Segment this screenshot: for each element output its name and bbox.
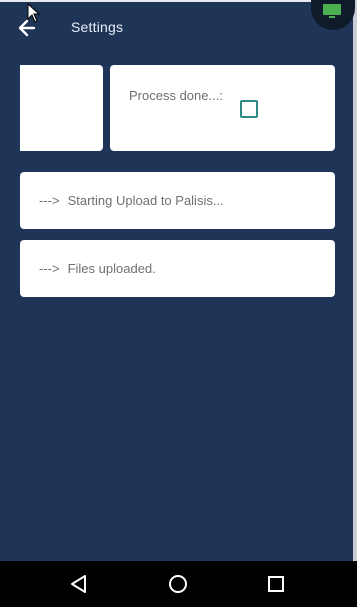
nav-home-button[interactable]	[165, 571, 191, 597]
log-message: Starting Upload to Palisis...	[67, 193, 224, 208]
log-message: Files uploaded.	[67, 261, 156, 276]
process-done-checkbox[interactable]	[240, 100, 258, 118]
log-text: ---> Files uploaded.	[39, 261, 156, 276]
left-panel-card	[20, 65, 103, 151]
log-item: ---> Starting Upload to Palisis...	[20, 172, 335, 229]
nav-back-icon	[71, 575, 86, 593]
window-right-edge	[353, 0, 357, 607]
process-label: Process done...:	[129, 88, 223, 103]
nav-recents-icon	[268, 576, 284, 592]
process-card: Process done...:	[110, 65, 335, 151]
monitor-icon	[323, 4, 341, 18]
log-text: ---> Starting Upload to Palisis...	[39, 193, 224, 208]
nav-home-icon	[169, 575, 187, 593]
mouse-cursor-icon	[27, 3, 41, 23]
app-bar: Settings	[0, 0, 353, 56]
log-item: ---> Files uploaded.	[20, 240, 335, 297]
nav-back-button[interactable]	[66, 571, 92, 597]
page-title: Settings	[71, 19, 124, 35]
nav-recents-button[interactable]	[263, 571, 289, 597]
log-prefix: --->	[39, 193, 60, 208]
system-navigation-bar	[0, 561, 357, 607]
log-prefix: --->	[39, 261, 60, 276]
